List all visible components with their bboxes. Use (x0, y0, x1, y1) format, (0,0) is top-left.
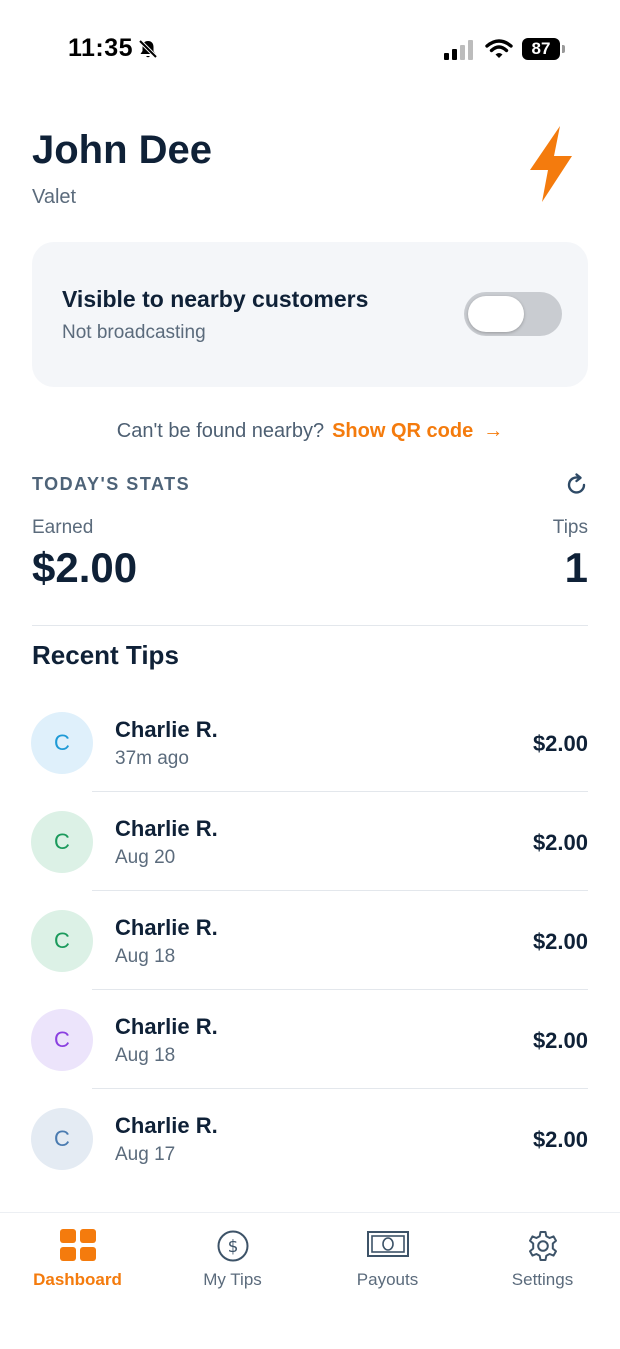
list-item[interactable]: C Charlie R. 37m ago $2.00 (0, 693, 620, 792)
list-item[interactable]: C Charlie R. Aug 18 $2.00 (0, 891, 620, 990)
tip-time: Aug 18 (115, 946, 176, 967)
tip-amount: $2.00 (532, 929, 588, 954)
user-name: John Dee (32, 128, 213, 172)
svg-text:$: $ (227, 1237, 238, 1257)
wifi-icon (485, 38, 513, 65)
section-divider (32, 625, 588, 626)
silent-bell-icon (137, 38, 159, 65)
tab-payouts[interactable]: Payouts (310, 1213, 465, 1313)
avatar: C (31, 811, 93, 873)
recent-tips-title: Recent Tips (32, 640, 179, 670)
refresh-icon[interactable] (564, 472, 590, 503)
tips-count-value: 1 (564, 544, 588, 591)
user-role: Valet (32, 186, 77, 208)
avatar: C (31, 910, 93, 972)
battery-terminal (562, 45, 565, 53)
tab-my-tips[interactable]: $ My Tips (155, 1213, 310, 1313)
broadcast-toggle[interactable] (464, 292, 562, 336)
earned-label: Earned (32, 517, 94, 538)
tip-time: 37m ago (115, 748, 189, 769)
tab-label: Settings (511, 1270, 574, 1289)
tab-settings[interactable]: Settings (465, 1213, 620, 1313)
qr-code-prompt: Can't be found nearby? Show QR code → (0, 420, 620, 443)
battery-indicator: 87 (522, 38, 560, 60)
tipper-name: Charlie R. (115, 915, 218, 940)
tips-count-label: Tips (552, 517, 588, 538)
earned-value: $2.00 (32, 544, 138, 591)
dashboard-grid-icon (0, 1229, 155, 1265)
visibility-title: Visible to nearby customers (62, 286, 369, 312)
bottom-tab-bar: Dashboard $ My Tips Payouts Settings (0, 1212, 620, 1349)
recent-tips-list: C Charlie R. 37m ago $2.00 C Charlie R. … (0, 693, 620, 1188)
tipper-name: Charlie R. (115, 1014, 218, 1039)
avatar: C (31, 712, 93, 774)
tab-label: Dashboard (33, 1270, 122, 1289)
dollar-circle-icon: $ (155, 1229, 310, 1265)
gear-icon (465, 1229, 620, 1265)
status-bar: 11:35 87 (0, 0, 620, 100)
cellular-signal-icon (444, 40, 474, 65)
stats-heading: TODAY'S STATS (32, 474, 191, 494)
avatar: C (31, 1009, 93, 1071)
arrow-right-icon[interactable]: → (483, 420, 503, 442)
tab-dashboard[interactable]: Dashboard (0, 1213, 155, 1313)
tip-amount: $2.00 (532, 1028, 588, 1053)
tab-label: My Tips (203, 1270, 262, 1289)
visibility-status: Not broadcasting (62, 322, 206, 343)
avatar: C (31, 1108, 93, 1170)
toggle-knob (468, 296, 524, 332)
banknote-icon (310, 1229, 465, 1265)
visibility-card: Visible to nearby customers Not broadcas… (32, 242, 588, 387)
list-item[interactable]: C Charlie R. Aug 17 $2.00 (0, 1089, 620, 1188)
list-item[interactable]: C Charlie R. Aug 18 $2.00 (0, 990, 620, 1089)
lightning-bolt-icon (524, 124, 576, 209)
tab-label: Payouts (356, 1270, 419, 1289)
tip-time: Aug 20 (115, 847, 176, 868)
tip-time: Aug 17 (115, 1144, 176, 1165)
tipper-name: Charlie R. (115, 816, 218, 841)
list-item[interactable]: C Charlie R. Aug 20 $2.00 (0, 792, 620, 891)
tip-amount: $2.00 (532, 830, 588, 855)
qr-prompt-text: Can't be found nearby? (116, 420, 325, 442)
clock-time: 11:35 (68, 34, 134, 62)
show-qr-code-link[interactable]: Show QR code (332, 420, 473, 442)
tip-amount: $2.00 (532, 1127, 588, 1152)
tipper-name: Charlie R. (115, 1113, 218, 1138)
tipper-name: Charlie R. (115, 717, 218, 742)
tip-amount: $2.00 (532, 731, 588, 756)
tip-time: Aug 18 (115, 1045, 176, 1066)
